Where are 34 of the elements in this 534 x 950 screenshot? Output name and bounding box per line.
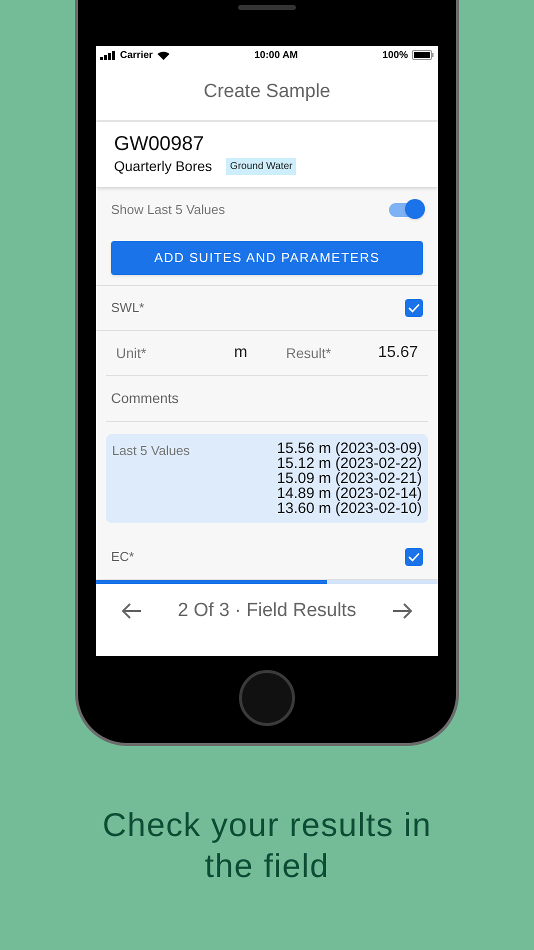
carrier-text: Carrier [120,48,153,62]
sample-id: GW00987 [114,132,206,156]
speaker-grille [238,5,296,10]
battery-text: 100% [382,48,408,62]
unit-value[interactable]: m [234,341,286,365]
history-value: 14.89 m (2023-02-14) [276,486,422,501]
comments-field[interactable]: Comments [106,388,428,409]
tagline: Check your results in the field [102,806,432,884]
result-value[interactable]: 15.67 [378,341,418,365]
check-icon [408,303,420,313]
checkbox[interactable] [405,299,423,317]
history-value: 13.60 m (2023-02-10) [276,501,422,516]
unit-label: Unit* [116,344,148,362]
sample-group: Quarterly Bores [114,156,212,177]
toggle-label: Show Last 5 Values [111,200,225,219]
check-icon [408,552,420,562]
history-value: 15.09 m (2023-02-21) [276,471,422,486]
sample-tag: Ground Water [226,158,296,175]
parameter-name: EC* [111,548,134,566]
history-value: 15.56 m (2023-03-09) [276,441,422,456]
checkbox[interactable] [405,548,423,566]
add-parameters-button[interactable]: ADD SUITES AND PARAMETERS [111,241,423,275]
screen-title: Create Sample [204,80,330,104]
back-arrow-icon[interactable] [122,603,142,619]
signal-icon [100,50,116,60]
forward-arrow-icon[interactable] [392,603,412,619]
clock-text: 10:00 AM [254,48,298,62]
wifi-icon [156,50,170,60]
parameter-name: SWL* [111,299,144,318]
pager-text: 2 Of 3 · Field Results [178,598,356,623]
battery-icon [412,50,434,60]
result-label: Result* [286,344,332,362]
history-value: 15.12 m (2023-02-22) [276,456,422,471]
history-label: Last 5 Values [112,442,190,460]
